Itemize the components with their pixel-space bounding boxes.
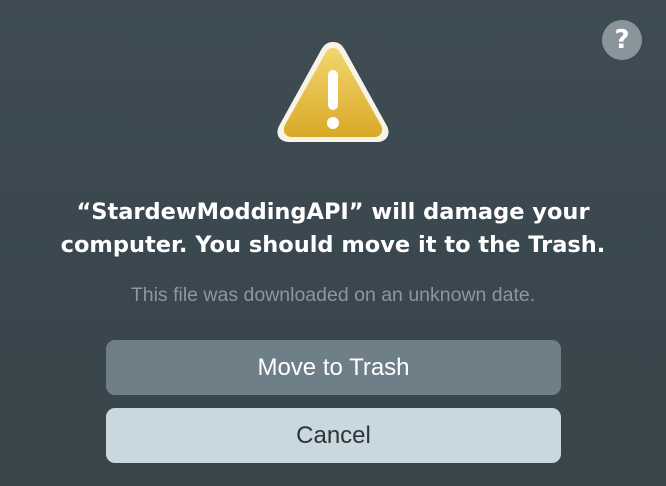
question-mark-icon: ?	[614, 25, 630, 55]
malware-alert-dialog: ? “StardewModdingAPI” will damage your c…	[0, 0, 666, 486]
alert-message-line-1: “StardewModdingAPI” will damage your	[76, 199, 590, 225]
help-button[interactable]: ?	[602, 20, 642, 60]
warning-triangle-icon	[277, 42, 389, 142]
alert-info-text: This file was downloaded on an unknown d…	[130, 284, 536, 306]
cancel-button[interactable]: Cancel	[106, 408, 561, 463]
alert-message-line-2: computer. You should move it to the Tras…	[60, 232, 606, 258]
move-to-trash-button[interactable]: Move to Trash	[106, 340, 561, 395]
alert-message: “StardewModdingAPI” will damage your com…	[20, 196, 646, 262]
